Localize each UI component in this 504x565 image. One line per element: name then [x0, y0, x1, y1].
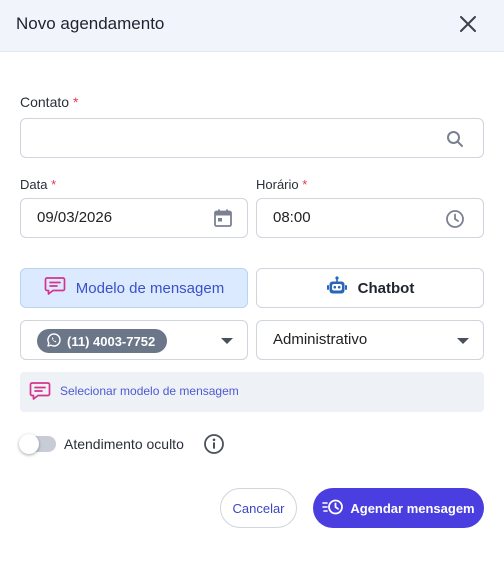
- template-picker[interactable]: Selecionar modelo de mensagem: [20, 372, 484, 412]
- date-label: Data *: [20, 177, 57, 192]
- channel-phone: (11) 4003-7752: [67, 333, 156, 349]
- cancel-button[interactable]: Cancelar: [220, 488, 297, 528]
- chevron-down-icon[interactable]: [457, 338, 469, 344]
- info-icon[interactable]: [203, 433, 225, 460]
- modal-header: Novo agendamento: [0, 0, 504, 52]
- toggle-knob: [19, 434, 39, 454]
- schedule-message-button[interactable]: Agendar mensagem: [313, 488, 484, 528]
- time-input[interactable]: 08:00: [256, 198, 484, 238]
- contact-label: Contato *: [20, 94, 79, 110]
- close-icon[interactable]: [456, 12, 480, 36]
- contact-search-input[interactable]: [20, 118, 484, 158]
- tab-message-template-label: Modelo de mensagem: [75, 279, 225, 297]
- date-value: 09/03/2026: [37, 209, 113, 226]
- message-template-icon: [44, 276, 66, 300]
- channel-pill: (11) 4003-7752: [37, 329, 168, 353]
- time-value: 08:00: [273, 209, 311, 226]
- date-input[interactable]: 09/03/2026: [20, 198, 248, 238]
- search-icon[interactable]: [446, 130, 464, 153]
- scheduled-message-icon: [322, 498, 344, 519]
- department-select[interactable]: Administrativo: [256, 320, 484, 360]
- robot-icon: [326, 275, 348, 301]
- channel-select[interactable]: (11) 4003-7752: [20, 320, 248, 360]
- calendar-icon[interactable]: [213, 208, 233, 233]
- chevron-down-icon[interactable]: [221, 338, 233, 344]
- message-template-icon: [29, 381, 51, 406]
- required-mark: *: [302, 177, 308, 192]
- tab-chatbot-label: Chatbot: [357, 279, 415, 297]
- required-mark: *: [72, 94, 79, 110]
- time-label: Horário *: [256, 177, 308, 192]
- whatsapp-icon: [47, 332, 61, 350]
- schedule-message-button-label: Agendar mensagem: [350, 500, 475, 516]
- clock-icon[interactable]: [445, 209, 465, 234]
- hidden-service-label: Atendimento oculto: [64, 436, 184, 452]
- hidden-service-toggle[interactable]: [19, 434, 56, 454]
- tab-chatbot[interactable]: Chatbot: [256, 268, 484, 308]
- template-picker-label: Selecionar modelo de mensagem: [60, 384, 239, 398]
- tab-message-template[interactable]: Modelo de mensagem: [20, 268, 248, 308]
- required-mark: *: [51, 177, 57, 192]
- cancel-button-label: Cancelar: [232, 500, 285, 516]
- department-value: Administrativo: [273, 331, 368, 348]
- modal-title: Novo agendamento: [16, 14, 165, 33]
